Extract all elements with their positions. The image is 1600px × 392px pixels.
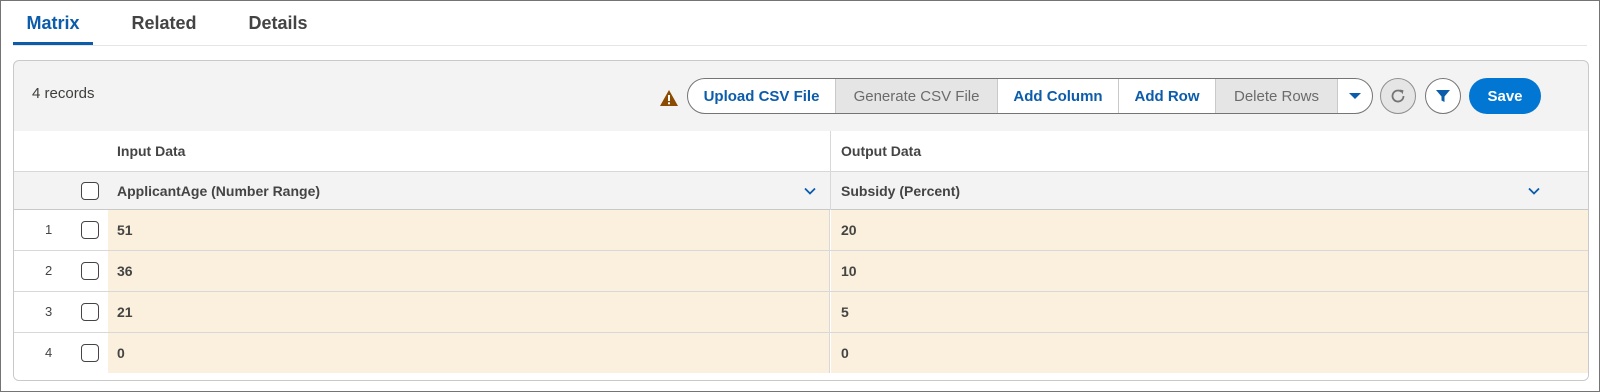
row-number: 4	[14, 333, 86, 373]
column-header-row: ApplicantAge (Number Range) Subsidy (Per…	[14, 172, 1588, 210]
output-cell[interactable]: 5	[831, 292, 1588, 332]
column-header-input: ApplicantAge (Number Range)	[117, 183, 321, 199]
row-checkbox[interactable]	[81, 221, 99, 239]
table-row: 3 21 5	[14, 292, 1588, 333]
row-number: 3	[14, 292, 86, 332]
input-cell[interactable]: 36	[108, 251, 830, 291]
chevron-down-icon[interactable]	[803, 184, 817, 198]
tab-matrix[interactable]: Matrix	[13, 1, 93, 45]
filter-icon	[1436, 90, 1450, 102]
tab-bar: Matrix Related Details	[13, 1, 1587, 46]
column-divider	[830, 172, 831, 210]
table-row: 2 36 10	[14, 251, 1588, 292]
group-header-row: Input Data Output Data	[14, 131, 1588, 172]
select-all-checkbox[interactable]	[81, 182, 99, 200]
add-row-button[interactable]: Add Row	[1119, 79, 1216, 113]
window-frame: Matrix Related Details 4 records Upload …	[0, 0, 1600, 392]
row-checkbox[interactable]	[81, 303, 99, 321]
record-count: 4 records	[32, 85, 95, 102]
upload-csv-button[interactable]: Upload CSV File	[688, 79, 836, 113]
refresh-button[interactable]	[1380, 78, 1416, 114]
add-column-button[interactable]: Add Column	[998, 79, 1119, 113]
column-header-output: Subsidy (Percent)	[841, 183, 961, 199]
output-cell[interactable]: 0	[831, 333, 1588, 373]
matrix-table: Input Data Output Data ApplicantAge (Num…	[14, 131, 1588, 380]
filter-button[interactable]	[1425, 78, 1461, 114]
row-number: 1	[14, 210, 86, 250]
table-row: 4 0 0	[14, 333, 1588, 374]
group-header-output: Output Data	[841, 143, 922, 159]
save-button[interactable]: Save	[1469, 78, 1541, 114]
row-checkbox[interactable]	[81, 262, 99, 280]
group-header-input: Input Data	[117, 143, 186, 159]
tab-details[interactable]: Details	[248, 1, 308, 45]
delete-rows-button[interactable]: Delete Rows	[1216, 79, 1338, 113]
column-divider	[830, 131, 831, 172]
action-button-group: Upload CSV File Generate CSV File Add Co…	[687, 78, 1373, 114]
row-checkbox[interactable]	[81, 344, 99, 362]
matrix-card: 4 records Upload CSV File Generate CSV F…	[13, 60, 1589, 381]
input-cell[interactable]: 51	[108, 210, 830, 250]
table-row: 1 51 20	[14, 210, 1588, 251]
warning-icon[interactable]	[659, 89, 679, 107]
input-cell[interactable]: 21	[108, 292, 830, 332]
chevron-down-icon[interactable]	[1527, 184, 1541, 198]
output-cell[interactable]: 10	[831, 251, 1588, 291]
input-cell[interactable]: 0	[108, 333, 830, 373]
row-number: 2	[14, 251, 86, 291]
tab-related[interactable]: Related	[131, 1, 197, 45]
generate-csv-button[interactable]: Generate CSV File	[836, 79, 998, 113]
chevron-down-icon	[1349, 93, 1361, 99]
refresh-icon	[1391, 89, 1405, 103]
output-cell[interactable]: 20	[831, 210, 1588, 250]
more-actions-button[interactable]	[1338, 79, 1372, 113]
